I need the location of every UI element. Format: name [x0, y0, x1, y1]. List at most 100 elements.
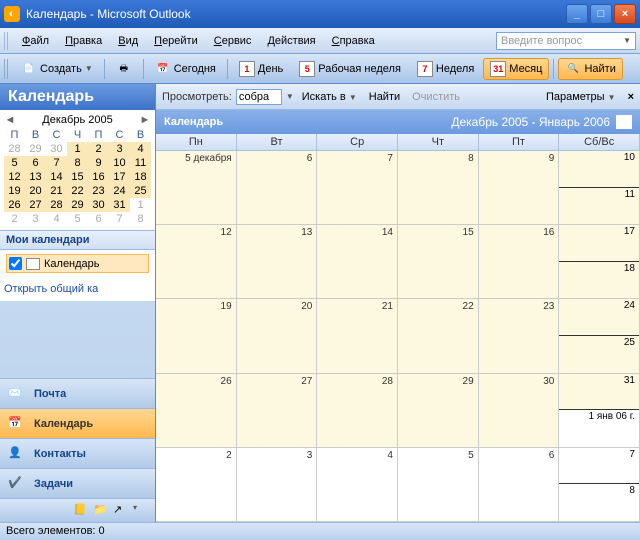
sun-cell[interactable]: 8 [559, 484, 639, 521]
day-cell[interactable]: 6 [237, 151, 318, 224]
dp-day[interactable]: 8 [130, 212, 151, 226]
shortcut-icon[interactable]: ↗ [113, 503, 129, 519]
day-cell[interactable]: 4 [317, 448, 398, 521]
dp-day[interactable]: 5 [67, 212, 88, 226]
menu-tools[interactable]: Сервис [206, 32, 260, 50]
find-button[interactable]: 🔍Найти [558, 58, 622, 80]
folder-icon[interactable]: 📁 [93, 503, 109, 519]
dp-day[interactable]: 4 [130, 142, 151, 156]
sun-cell[interactable]: 18 [559, 262, 639, 299]
dp-day[interactable]: 6 [88, 212, 109, 226]
menu-view[interactable]: Вид [110, 32, 146, 50]
day-cell[interactable]: 16 [479, 225, 560, 298]
day-cell[interactable]: 21 [317, 299, 398, 372]
day-cell[interactable]: 3 [237, 448, 318, 521]
dp-day[interactable]: 21 [46, 184, 67, 198]
dp-day[interactable]: 26 [4, 198, 25, 212]
dp-day[interactable]: 1 [67, 142, 88, 156]
configure-buttons[interactable]: ▾ [133, 503, 149, 519]
dp-day[interactable]: 8 [67, 156, 88, 170]
workweek-view-button[interactable]: 5Рабочая неделя [292, 58, 408, 80]
day-cell[interactable]: 2 [156, 448, 237, 521]
calendar-icon[interactable] [616, 115, 632, 129]
dp-day[interactable]: 16 [88, 170, 109, 184]
menu-go[interactable]: Перейти [146, 32, 206, 50]
next-month-button[interactable]: ► [139, 114, 151, 126]
dp-day[interactable]: 15 [67, 170, 88, 184]
sun-cell[interactable]: 1 янв 06 г. [559, 410, 639, 447]
dp-day[interactable]: 12 [4, 170, 25, 184]
day-cell[interactable]: 15 [398, 225, 479, 298]
dp-day[interactable]: 14 [46, 170, 67, 184]
menu-help[interactable]: Справка [324, 32, 383, 50]
dp-day[interactable]: 29 [25, 142, 46, 156]
dp-day[interactable]: 3 [25, 212, 46, 226]
calendar-item[interactable]: Календарь [6, 254, 149, 273]
dp-day[interactable]: 3 [109, 142, 130, 156]
find-input[interactable] [236, 89, 282, 105]
sun-cell[interactable]: 25 [559, 336, 639, 373]
menu-file[interactable]: Файл [14, 32, 57, 50]
notes-icon[interactable]: 📒 [73, 503, 89, 519]
sat-cell[interactable]: 17 [559, 225, 639, 262]
day-cell[interactable]: 12 [156, 225, 237, 298]
calendar-checkbox[interactable] [9, 257, 22, 270]
day-cell[interactable]: 6 [479, 448, 560, 521]
sat-cell[interactable]: 10 [559, 151, 639, 188]
day-cell[interactable]: 19 [156, 299, 237, 372]
today-button[interactable]: 📅 Сегодня [148, 58, 223, 80]
dp-day[interactable]: 30 [88, 198, 109, 212]
search-in-button[interactable]: Искать в ▼ [298, 89, 361, 105]
dp-day[interactable]: 7 [109, 212, 130, 226]
day-cell[interactable]: 13 [237, 225, 318, 298]
dp-day[interactable]: 22 [67, 184, 88, 198]
day-cell[interactable]: 8 [398, 151, 479, 224]
dp-day[interactable]: 28 [4, 142, 25, 156]
find-now-button[interactable]: Найти [365, 89, 404, 105]
dp-day[interactable]: 1 [130, 198, 151, 212]
nav-contacts[interactable]: 👤Контакты [0, 438, 155, 468]
week-view-button[interactable]: 7Неделя [410, 58, 481, 80]
day-cell[interactable]: 7 [317, 151, 398, 224]
day-cell[interactable]: 20 [237, 299, 318, 372]
dp-day[interactable]: 7 [46, 156, 67, 170]
dp-day[interactable]: 10 [109, 156, 130, 170]
sun-cell[interactable]: 11 [559, 188, 639, 225]
dp-day[interactable]: 6 [25, 156, 46, 170]
dp-day[interactable]: 5 [4, 156, 25, 170]
day-cell[interactable]: 30 [479, 374, 560, 447]
dp-day[interactable]: 2 [4, 212, 25, 226]
day-cell[interactable]: 9 [479, 151, 560, 224]
dp-day[interactable]: 17 [109, 170, 130, 184]
dp-day[interactable]: 13 [25, 170, 46, 184]
dp-day[interactable]: 2 [88, 142, 109, 156]
dp-day[interactable]: 25 [130, 184, 151, 198]
sat-cell[interactable]: 31 [559, 374, 639, 411]
minimize-button[interactable]: _ [566, 4, 588, 24]
dp-day[interactable]: 31 [109, 198, 130, 212]
dp-day[interactable]: 28 [46, 198, 67, 212]
dp-day[interactable]: 24 [109, 184, 130, 198]
dp-day[interactable]: 11 [130, 156, 151, 170]
nav-mail[interactable]: ✉️Почта [0, 378, 155, 408]
day-cell[interactable]: 28 [317, 374, 398, 447]
dp-day[interactable]: 20 [25, 184, 46, 198]
day-view-button[interactable]: 1День [232, 58, 290, 80]
dp-day[interactable]: 18 [130, 170, 151, 184]
day-cell[interactable]: 29 [398, 374, 479, 447]
dp-day[interactable]: 27 [25, 198, 46, 212]
nav-tasks[interactable]: ✔️Задачи [0, 468, 155, 498]
day-cell[interactable]: 23 [479, 299, 560, 372]
day-cell[interactable]: 14 [317, 225, 398, 298]
sat-cell[interactable]: 7 [559, 448, 639, 485]
dp-day[interactable]: 29 [67, 198, 88, 212]
menu-actions[interactable]: Действия [259, 32, 323, 50]
dp-day[interactable]: 4 [46, 212, 67, 226]
nav-calendar[interactable]: 📅Календарь [0, 408, 155, 438]
sat-cell[interactable]: 24 [559, 299, 639, 336]
dp-day[interactable]: 23 [88, 184, 109, 198]
options-button[interactable]: Параметры ▼ [542, 89, 620, 105]
my-calendars-header[interactable]: Мои календари [0, 230, 155, 250]
day-cell[interactable]: 5 [398, 448, 479, 521]
dp-day[interactable]: 30 [46, 142, 67, 156]
